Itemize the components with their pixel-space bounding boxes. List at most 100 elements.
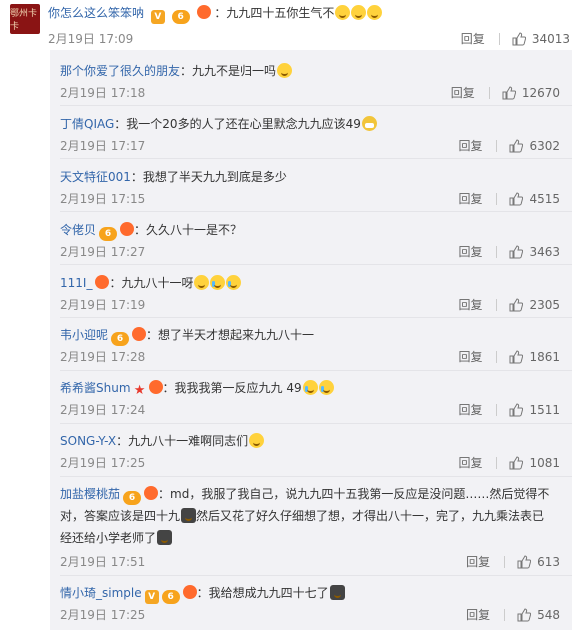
emoji-icon xyxy=(277,63,293,78)
thumbs-up-icon[interactable] xyxy=(509,402,524,417)
reply-text: ：想了半天才想起来九九八十一 xyxy=(146,328,315,342)
like-count: 4515 xyxy=(529,191,560,206)
laugh-emoji-icon xyxy=(351,5,367,20)
username-link[interactable]: SONG-Y-X xyxy=(60,434,116,448)
level-badge-icon: 6 xyxy=(161,590,180,604)
divider xyxy=(496,139,498,152)
reply-time: 2月19日 17:25 xyxy=(60,608,146,622)
divider xyxy=(496,403,498,416)
thumbs-up-icon[interactable] xyxy=(509,191,524,206)
emoji-icon xyxy=(249,433,265,448)
thumbs-up-icon[interactable] xyxy=(509,297,524,312)
thumbs-up-icon[interactable] xyxy=(517,607,532,622)
level-badge-icon: 6 xyxy=(123,491,142,505)
divider xyxy=(60,370,572,371)
divider xyxy=(60,476,572,477)
level-badge-icon: 6 xyxy=(99,227,118,241)
reply-text: ：我想了半天九九到底是多少 xyxy=(130,170,287,184)
divider xyxy=(60,264,572,265)
fire-badge-icon xyxy=(144,486,159,500)
like-count: 548 xyxy=(537,607,560,622)
fire-badge-icon xyxy=(95,275,110,289)
reply-button[interactable]: 回复 xyxy=(458,190,482,207)
reply-time: 2月19日 17:51 xyxy=(60,555,146,569)
reply-button[interactable]: 回复 xyxy=(466,606,490,623)
thumbs-up-icon[interactable] xyxy=(509,349,524,364)
emoji-icon xyxy=(194,275,210,290)
reply-time: 2月19日 17:19 xyxy=(60,298,146,312)
vip-badge-icon: V xyxy=(150,10,165,24)
like-count: 34013 xyxy=(531,31,570,46)
like-count: 1081 xyxy=(529,455,560,470)
emoji-icon xyxy=(181,508,197,523)
thumbs-up-icon[interactable] xyxy=(512,31,526,46)
username-link[interactable]: 令佬贝 xyxy=(60,223,96,237)
like-count: 1861 xyxy=(529,349,560,364)
thumbs-up-icon[interactable] xyxy=(509,455,524,470)
comment-actions: 回复 34013 xyxy=(461,30,570,47)
divider xyxy=(60,211,572,212)
thumbs-up-icon[interactable] xyxy=(509,244,524,259)
emoji-icon xyxy=(157,530,173,545)
reply-text: ：我一个20多的人了还在心里默念九九应该49 xyxy=(114,117,361,131)
level-badge-icon: 6 xyxy=(171,10,190,24)
thumbs-up-icon[interactable] xyxy=(502,85,516,100)
reply-text: ：九九八十一呀 xyxy=(109,276,194,290)
like-count: 12670 xyxy=(521,85,560,100)
reply-text: ：九九八十一难啊同志们 xyxy=(116,434,249,448)
thumbs-up-icon[interactable] xyxy=(509,138,524,153)
username-link[interactable]: 希希酱Shum xyxy=(60,381,131,395)
reply-text-line2: 对，答案应该是四十九 xyxy=(60,509,181,523)
username-link[interactable]: 111I_ xyxy=(60,276,92,290)
reply-button[interactable]: 回复 xyxy=(458,243,482,260)
reply-time: 2月19日 17:27 xyxy=(60,245,146,259)
main-comment: 鄂州卡卡 你怎么这么笨笨呐 V 6 ：九九四十五你生气不 2月19日 17:09… xyxy=(0,0,582,50)
divider xyxy=(60,423,572,424)
username-link[interactable]: 你怎么这么笨笨呐 xyxy=(48,6,144,20)
emoji-icon xyxy=(361,116,377,131)
avatar[interactable]: 鄂州卡卡 xyxy=(10,4,40,34)
username-link[interactable]: 加盐樱桃茄 xyxy=(60,487,120,501)
reply-button[interactable]: 回复 xyxy=(458,401,482,418)
like-count: 2305 xyxy=(529,297,560,312)
reply-time: 2月19日 17:15 xyxy=(60,192,146,206)
cry-emoji-icon xyxy=(226,275,242,290)
reply-text: ：我给想成九九四十七了 xyxy=(196,586,329,600)
fire-badge-icon xyxy=(182,585,197,599)
like-count: 613 xyxy=(537,554,560,569)
reply-button[interactable]: 回复 xyxy=(458,137,482,154)
reply-button[interactable]: 回复 xyxy=(461,30,485,47)
reply-button[interactable]: 回复 xyxy=(466,553,490,570)
reply-time: 2月19日 17:28 xyxy=(60,350,146,364)
username-link[interactable]: 丁倩QIAG xyxy=(60,117,114,131)
fire-badge-icon xyxy=(120,222,135,236)
reply-button[interactable]: 回复 xyxy=(458,454,482,471)
reply-text: ：久久八十一是不？ xyxy=(134,223,243,237)
fire-badge-icon xyxy=(196,5,211,19)
divider xyxy=(496,298,498,311)
username-link[interactable]: 那个你爱了很久的朋友 xyxy=(60,64,180,78)
like-count: 3463 xyxy=(529,244,560,259)
divider xyxy=(504,555,506,568)
thumbs-up-icon[interactable] xyxy=(517,554,532,569)
cry-emoji-icon xyxy=(210,275,226,290)
username-link[interactable]: 情小琦_simple xyxy=(60,586,142,600)
divider xyxy=(60,317,572,318)
reply-button[interactable]: 回复 xyxy=(458,296,482,313)
star-badge-icon: ★ xyxy=(133,383,146,398)
divider xyxy=(504,608,506,621)
level-badge-icon: 6 xyxy=(111,332,130,346)
username-link[interactable]: 韦小迎呢 xyxy=(60,328,108,342)
reply-button[interactable]: 回复 xyxy=(458,348,482,365)
comment-text: ：九九四十五你生气不 xyxy=(214,6,335,20)
reply-text: ：md，我服了我自己，说九九四十五我第一反应是没问题……然后觉得不 xyxy=(158,487,550,501)
comment-time: 2月19日 17:09 xyxy=(48,32,134,46)
divider xyxy=(60,158,572,159)
username-link[interactable]: 天文特征001 xyxy=(60,170,131,184)
divider xyxy=(488,86,490,99)
fire-badge-icon xyxy=(148,380,163,394)
reply-button[interactable]: 回复 xyxy=(451,84,475,101)
divider xyxy=(496,192,498,205)
reply-time: 2月19日 17:17 xyxy=(60,139,146,153)
divider xyxy=(498,32,500,45)
